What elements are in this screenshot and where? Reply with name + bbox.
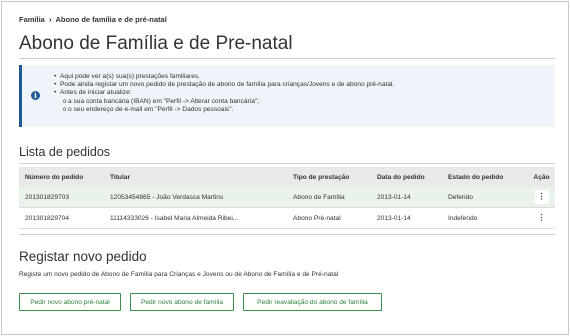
info-bullet: Antes de iniciar atualize: bbox=[54, 89, 394, 97]
title-divider bbox=[19, 58, 555, 59]
column-header-numero: Número do pedido bbox=[25, 173, 84, 181]
info-bullet: Pode ainda registar um novo pedido de pr… bbox=[54, 81, 394, 89]
register-description: Registe um novo pedido de Abono de Famíl… bbox=[19, 271, 339, 278]
request-reevaluation-button[interactable]: Pedir reavaliação do abono de família bbox=[243, 293, 382, 311]
cell-tipo: Abono Pré-natal bbox=[293, 214, 341, 222]
breadcrumb-home-link[interactable]: Família bbox=[19, 15, 45, 24]
info-icon: i bbox=[31, 91, 40, 100]
info-list: Aqui pode ver a(s) sua(s) prestações fam… bbox=[54, 73, 394, 114]
requests-section-title: Lista de pedidos bbox=[19, 145, 111, 159]
kebab-menu-icon[interactable]: ⋮ bbox=[534, 190, 549, 204]
cell-data: 2013-01-14 bbox=[377, 193, 411, 201]
request-prenatal-button[interactable]: Pedir novo abono pré-natal bbox=[19, 293, 121, 311]
request-family-allowance-button[interactable]: Pedir novo abono de família bbox=[130, 293, 234, 311]
column-header-estado: Estado do pedido bbox=[448, 173, 504, 181]
breadcrumb-current: Abono de família e de pré-natal bbox=[55, 15, 167, 24]
info-sub-bullet: a sua conta bancária (IBAN) em "Perfil -… bbox=[55, 98, 394, 106]
info-bullet: Aqui pode ver a(s) sua(s) prestações fam… bbox=[54, 73, 394, 81]
kebab-menu-icon[interactable]: ⋮ bbox=[535, 211, 549, 225]
table-header: Número do pedido Titular Tipo de prestaç… bbox=[19, 167, 555, 187]
cell-numero: 201301829703 bbox=[25, 193, 70, 201]
cell-estado: Indeferido bbox=[448, 214, 478, 222]
app-window: Família › Abono de família e de pré-nata… bbox=[1, 1, 569, 335]
column-header-data: Data do pedido bbox=[377, 173, 425, 181]
table-row[interactable]: 201301829703 12053454865 - João Verdasca… bbox=[19, 187, 555, 208]
cell-tipo: Abono de Família bbox=[293, 193, 345, 201]
page-title: Abono de Família e de Pre-natal bbox=[19, 33, 293, 54]
requests-divider bbox=[19, 163, 555, 164]
cell-titular: 12053454865 - João Verdasca Martins bbox=[110, 193, 224, 201]
column-header-tipo: Tipo de prestação bbox=[293, 173, 350, 181]
breadcrumb: Família › Abono de família e de pré-nata… bbox=[19, 15, 167, 24]
register-divider bbox=[19, 234, 555, 235]
cell-titular: 11114333026 - Isabel Maria Almeida Ribei… bbox=[110, 214, 239, 222]
cell-data: 2013-01-14 bbox=[377, 214, 411, 222]
table-row[interactable]: 201301829704 11114333026 - Isabel Maria … bbox=[19, 208, 555, 229]
info-box: i Aqui pode ver a(s) sua(s) prestações f… bbox=[19, 65, 555, 127]
cell-numero: 201301829704 bbox=[25, 214, 70, 222]
chevron-right-icon: › bbox=[48, 15, 52, 24]
column-header-titular: Titular bbox=[110, 173, 131, 181]
info-sub-bullet: o seu endereço de e-mail em "Perfil -> D… bbox=[55, 106, 394, 114]
requests-table: Número do pedido Titular Tipo de prestaç… bbox=[19, 167, 555, 229]
cell-estado: Deferido bbox=[448, 193, 473, 201]
column-header-acao: Ação bbox=[533, 173, 550, 181]
register-section-title: Registar novo pedido bbox=[19, 249, 147, 264]
